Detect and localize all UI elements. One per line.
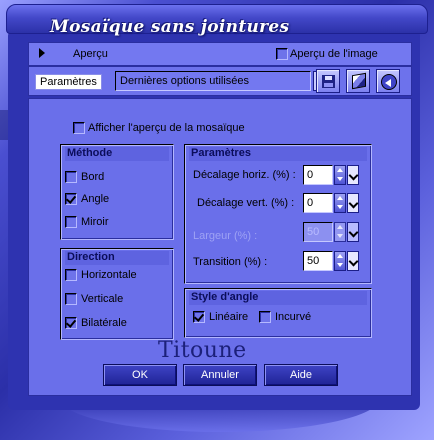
corner-option-curved[interactable]: Incurvé (259, 311, 312, 324)
reset-button[interactable] (376, 69, 400, 93)
cube-icon (352, 72, 366, 90)
curved-label: Incurvé (275, 311, 312, 323)
preview-label: Aperçu (73, 48, 108, 60)
method-group: Méthode Bord Angle Miroir (60, 144, 174, 240)
direction-option-horizontal[interactable]: Horizontale (65, 269, 137, 282)
transition-label: Transition (%) : (193, 256, 268, 268)
direction-group: Direction Horizontale Verticale Bilatéra… (60, 248, 174, 340)
reset-arrow-icon (381, 74, 397, 90)
vert-offset-dropdown[interactable] (347, 193, 359, 213)
bord-label: Bord (81, 171, 105, 183)
linear-label: Linéaire (209, 311, 249, 323)
cancel-button[interactable]: Annuler (183, 364, 257, 386)
miroir-checkbox[interactable] (65, 216, 77, 229)
floppy-icon (322, 75, 335, 88)
bilateral-label: Bilatérale (81, 317, 127, 329)
method-option-angle[interactable]: Angle (65, 193, 110, 206)
horiz-offset-dropdown[interactable] (347, 165, 359, 185)
vert-offset-spinner[interactable] (334, 193, 346, 213)
help-button[interactable]: Aide (264, 364, 338, 386)
vert-offset-input[interactable]: 0 (303, 193, 333, 213)
miroir-label: Miroir (81, 216, 109, 228)
show-mosaic-preview-checkbox[interactable] (73, 122, 85, 134)
horiz-offset-input[interactable]: 0 (303, 165, 333, 185)
vertical-label: Verticale (81, 293, 124, 305)
show-mosaic-preview-label: Afficher l'aperçu de la mosaïque (88, 122, 245, 134)
window-title: Mosaïque sans jointures (50, 17, 290, 37)
parameters-bar: Paramètres Dernières options utilisées (28, 66, 412, 96)
expand-arrow-icon[interactable] (39, 48, 45, 58)
vertical-checkbox[interactable] (65, 293, 77, 306)
width-input: 50 (303, 222, 333, 242)
signature-watermark: Titoune (158, 338, 247, 363)
angle-label: Angle (81, 193, 110, 205)
save-preset-button[interactable] (316, 69, 340, 93)
corner-option-linear[interactable]: Linéaire (193, 311, 249, 324)
transition-spinner[interactable] (334, 251, 346, 271)
preview-row: Aperçu Aperçu de l'image (28, 42, 412, 66)
width-spinner (334, 222, 346, 242)
curved-checkbox[interactable] (259, 311, 271, 324)
manage-presets-button[interactable] (346, 69, 370, 93)
horizontal-checkbox[interactable] (65, 269, 77, 282)
params-group: Paramètres Décalage horiz. (%) : 0 Décal… (184, 144, 372, 284)
horiz-offset-spinner[interactable] (334, 165, 346, 185)
image-preview-checkbox[interactable] (276, 48, 288, 60)
params-title: Paramètres (189, 147, 367, 161)
transition-dropdown[interactable] (347, 251, 359, 271)
method-title: Méthode (65, 147, 169, 161)
direction-title: Direction (65, 251, 169, 265)
method-option-bord[interactable]: Bord (65, 171, 105, 184)
corner-style-title: Style d'angle (189, 291, 367, 305)
corner-style-group: Style d'angle Linéaire Incurvé (184, 288, 372, 338)
bilateral-checkbox[interactable] (65, 317, 77, 330)
horizontal-label: Horizontale (81, 269, 137, 281)
direction-option-bilateral[interactable]: Bilatérale (65, 317, 127, 330)
width-label: Largeur (%) : (193, 230, 258, 242)
parameters-label: Paramètres (35, 74, 102, 90)
linear-checkbox[interactable] (193, 311, 205, 324)
method-option-miroir[interactable]: Miroir (65, 216, 109, 229)
ok-button[interactable]: OK (103, 364, 177, 386)
horiz-offset-label: Décalage horiz. (%) : (193, 169, 296, 181)
direction-option-vertical[interactable]: Verticale (65, 293, 124, 306)
angle-checkbox[interactable] (65, 193, 77, 206)
transition-input[interactable]: 50 (303, 251, 333, 271)
vert-offset-label: Décalage vert. (%) : (197, 197, 295, 209)
bord-checkbox[interactable] (65, 171, 77, 184)
preset-select[interactable]: Dernières options utilisées (115, 71, 311, 91)
width-dropdown (347, 222, 359, 242)
image-preview-label: Aperçu de l'image (290, 48, 378, 60)
